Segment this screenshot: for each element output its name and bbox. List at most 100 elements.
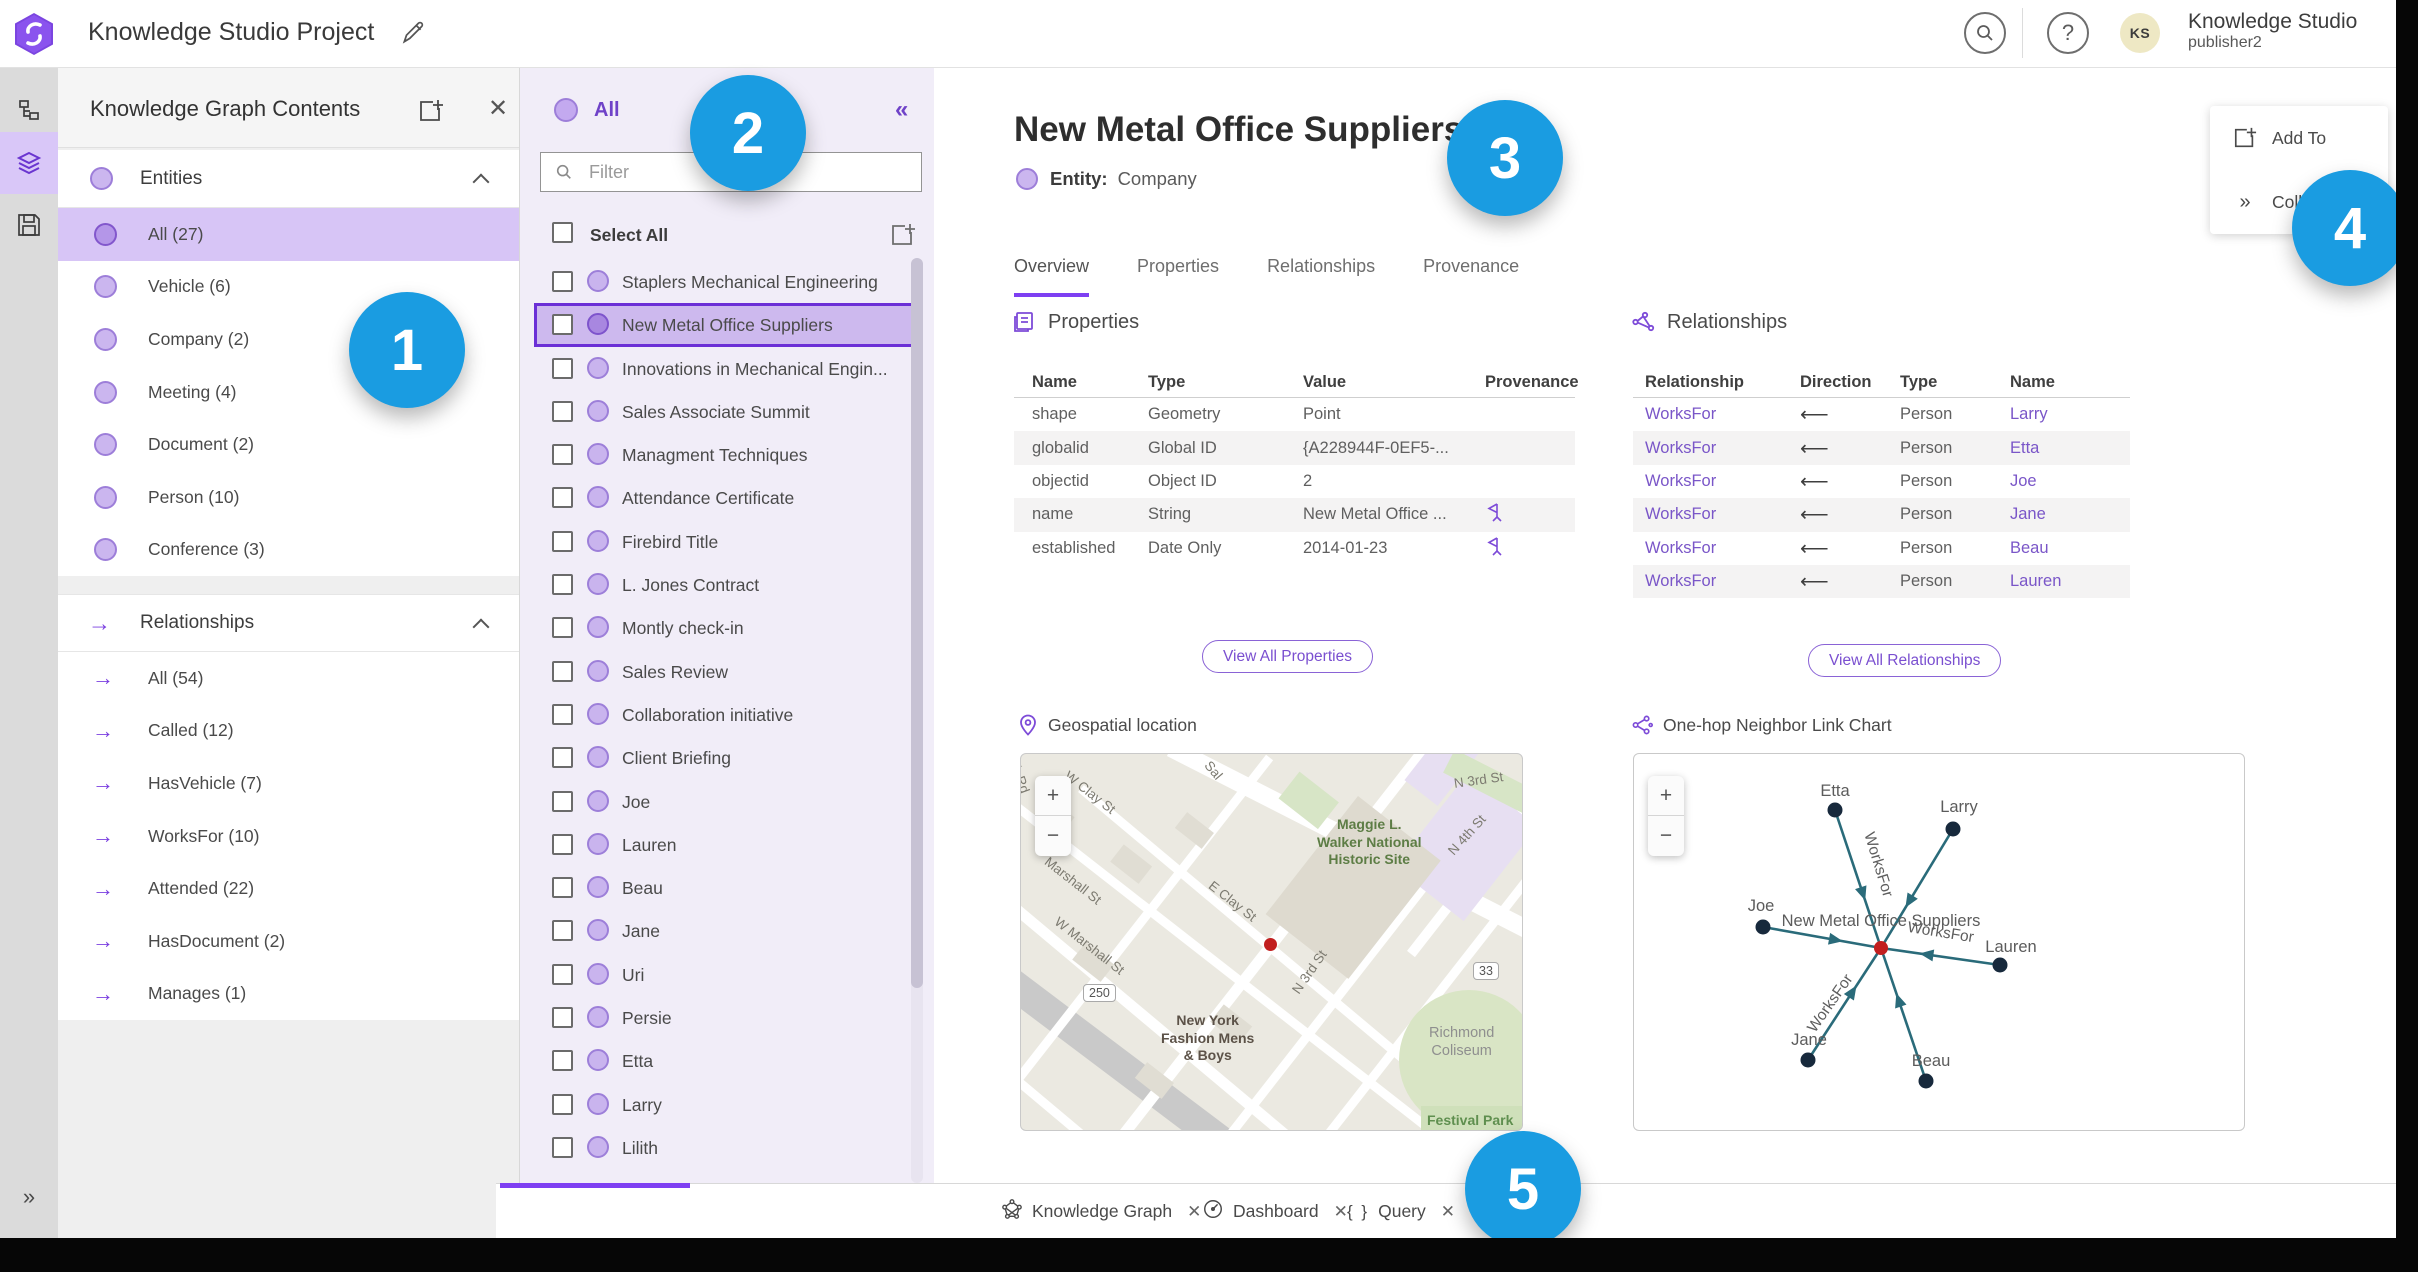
entity-item[interactable]: Conference (3) — [58, 524, 519, 577]
chart-node[interactable] — [1918, 1073, 1934, 1089]
close-tab-icon[interactable]: ✕ — [1334, 1202, 1348, 1222]
geospatial-map[interactable]: k Rd W Clay St Sal N 3rd St Maggie L. Walker… — [1020, 753, 1523, 1131]
list-item[interactable]: Firebird Title — [520, 520, 934, 563]
list-item[interactable]: L. Jones Contract — [520, 563, 934, 606]
provenance-flag-icon[interactable] — [1485, 502, 1575, 527]
list-item[interactable]: Beau — [520, 866, 934, 909]
chart-node[interactable] — [1992, 957, 2008, 973]
search-icon[interactable] — [1964, 12, 2006, 54]
list-item[interactable]: Montly check-in — [520, 606, 934, 649]
view-all-relationships-button[interactable]: View All Relationships — [1808, 644, 2002, 677]
item-checkbox[interactable] — [552, 1007, 573, 1029]
detail-tab-relationships[interactable]: Relationships — [1267, 256, 1375, 297]
relationship-item[interactable]: → HasDocument (2) — [58, 915, 519, 968]
relationship-item[interactable]: → All (54) — [58, 652, 519, 705]
item-checkbox[interactable] — [552, 920, 573, 942]
related-entity-link[interactable]: Etta — [2010, 439, 2130, 458]
zoom-in-button[interactable]: + — [1648, 776, 1684, 816]
add-selection-icon[interactable] — [890, 222, 916, 248]
relationship-item[interactable]: → HasVehicle (7) — [58, 757, 519, 810]
user-avatar[interactable]: KS — [2120, 13, 2160, 53]
relationship-link[interactable]: WorksFor — [1645, 572, 1800, 591]
zoom-in-button[interactable]: + — [1035, 776, 1071, 816]
bottom-tab-dashboard[interactable]: Dashboard ✕ — [1202, 1184, 1348, 1239]
list-item[interactable]: Sales Associate Summit — [520, 390, 934, 433]
list-item[interactable]: Staplers Mechanical Engineering — [520, 260, 934, 303]
list-item[interactable]: New Metal Office Suppliers — [534, 303, 918, 347]
item-checkbox[interactable] — [552, 1136, 573, 1158]
list-item[interactable]: Lilith — [520, 1126, 934, 1169]
list-item[interactable]: Lauren — [520, 823, 934, 866]
item-checkbox[interactable] — [552, 877, 573, 899]
related-entity-link[interactable]: Lauren — [2010, 572, 2130, 591]
scrollbar-thumb[interactable] — [911, 258, 923, 988]
list-item[interactable]: Uri — [520, 953, 934, 996]
select-all-checkbox[interactable] — [552, 222, 573, 243]
item-checkbox[interactable] — [552, 357, 573, 379]
zoom-out-button[interactable]: − — [1035, 816, 1071, 856]
relationship-item[interactable]: → Called (12) — [58, 705, 519, 758]
close-icon[interactable]: ✕ — [488, 94, 508, 123]
list-item[interactable]: Persie — [520, 996, 934, 1039]
list-item[interactable]: Collaboration initiative — [520, 693, 934, 736]
edit-title-icon[interactable] — [400, 20, 426, 46]
detail-tab-overview[interactable]: Overview — [1014, 256, 1090, 297]
list-item[interactable]: Jane — [520, 909, 934, 952]
item-checkbox[interactable] — [552, 444, 573, 466]
chart-node[interactable] — [1827, 802, 1843, 818]
relationship-item[interactable]: → Attended (22) — [58, 862, 519, 915]
collapse-chevron-icon[interactable] — [472, 173, 490, 191]
item-checkbox[interactable] — [552, 314, 573, 336]
item-checkbox[interactable] — [552, 530, 573, 552]
relationships-section-header[interactable]: → Relationships — [58, 594, 519, 652]
expand-rail-icon[interactable]: » — [0, 1184, 58, 1210]
entity-item[interactable]: Document (2) — [58, 418, 519, 471]
close-tab-icon[interactable]: ✕ — [1441, 1202, 1455, 1222]
save-icon[interactable] — [0, 194, 58, 256]
close-tab-icon[interactable]: ✕ — [1187, 1202, 1201, 1222]
relationship-link[interactable]: WorksFor — [1645, 505, 1800, 524]
one-hop-link-chart[interactable]: WorksFor WorksFor WorksFor Etta Larry Joe Laur… — [1633, 753, 2245, 1131]
list-item[interactable]: Sales Review — [520, 650, 934, 693]
bottom-tab-query[interactable]: { } Query ✕ — [1347, 1184, 1455, 1239]
bottom-tab-knowledge-graph[interactable]: Knowledge Graph ✕ — [1001, 1184, 1201, 1239]
list-item[interactable]: Larry — [520, 1083, 934, 1126]
detail-tab-properties[interactable]: Properties — [1137, 256, 1219, 297]
item-checkbox[interactable] — [552, 833, 573, 855]
list-item[interactable]: Client Briefing — [520, 736, 934, 779]
zoom-out-button[interactable]: − — [1648, 816, 1684, 856]
relationship-link[interactable]: WorksFor — [1645, 405, 1800, 424]
list-item[interactable]: Innovations in Mechanical Engin... — [520, 347, 934, 390]
view-all-properties-button[interactable]: View All Properties — [1202, 640, 1373, 673]
chart-node[interactable] — [1800, 1052, 1816, 1068]
add-to-new-icon[interactable] — [418, 98, 444, 124]
relationship-link[interactable]: WorksFor — [1645, 539, 1800, 558]
item-checkbox[interactable] — [552, 400, 573, 422]
entity-item[interactable]: All (27) — [58, 208, 519, 261]
item-checkbox[interactable] — [552, 617, 573, 639]
item-checkbox[interactable] — [552, 574, 573, 596]
entity-item[interactable]: Person (10) — [58, 471, 519, 524]
list-item[interactable]: Attendance Certificate — [520, 476, 934, 519]
chart-node[interactable] — [1755, 919, 1771, 935]
item-checkbox[interactable] — [552, 1050, 573, 1072]
entities-section-header[interactable]: Entities — [58, 150, 519, 208]
item-checkbox[interactable] — [552, 747, 573, 769]
related-entity-link[interactable]: Beau — [2010, 539, 2130, 558]
flyout-item-add-to[interactable]: Add To — [2210, 106, 2388, 170]
item-checkbox[interactable] — [552, 963, 573, 985]
collapse-panel-icon[interactable]: « — [895, 96, 908, 124]
entity-item[interactable]: Vehicle (6) — [58, 261, 519, 314]
item-checkbox[interactable] — [552, 487, 573, 509]
related-entity-link[interactable]: Jane — [2010, 505, 2130, 524]
list-item[interactable]: Etta — [520, 1039, 934, 1082]
list-item[interactable]: Managment Techniques — [520, 433, 934, 476]
chart-node[interactable] — [1945, 821, 1961, 837]
layers-icon[interactable] — [0, 132, 58, 194]
item-checkbox[interactable] — [552, 271, 573, 292]
item-checkbox[interactable] — [552, 703, 573, 725]
collapse-chevron-icon[interactable] — [472, 618, 490, 636]
related-entity-link[interactable]: Joe — [2010, 472, 2130, 491]
relationship-item[interactable]: → Manages (1) — [58, 968, 519, 1021]
provenance-flag-icon[interactable] — [1485, 536, 1575, 561]
